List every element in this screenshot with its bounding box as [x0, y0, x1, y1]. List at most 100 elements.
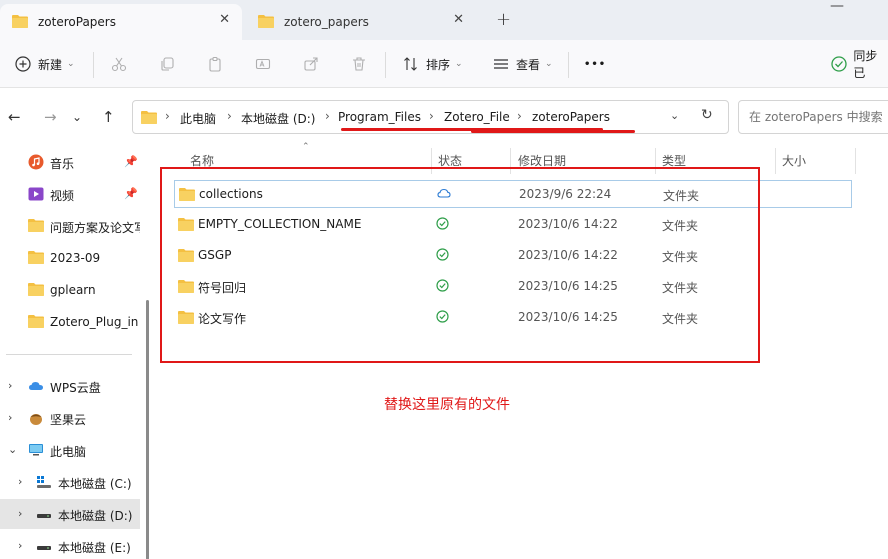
chevron-right-icon[interactable]: › — [18, 539, 22, 552]
copy-button[interactable] — [158, 52, 182, 76]
chevron-down-icon: ⌄ — [67, 59, 75, 69]
delete-button[interactable] — [350, 52, 374, 76]
forward-arrow-icon[interactable]: → — [44, 108, 57, 126]
sidebar-divider — [6, 354, 132, 355]
sort-button[interactable]: 排序 ⌄ — [402, 52, 463, 76]
clipboard-icon — [206, 55, 224, 73]
sidebar-item-wps-cloud[interactable]: › WPS云盘 — [0, 371, 140, 401]
tab-zotero-papers[interactable]: zotero_papers ✕ — [246, 4, 476, 40]
sync-status-button[interactable]: 同步已 — [830, 49, 888, 80]
new-button[interactable]: 新建 ⌄ — [14, 52, 75, 76]
tab-zoteropapers[interactable]: zoteroPapers ✕ — [0, 4, 242, 40]
sidebar-label: 坚果云 — [50, 413, 87, 427]
scissors-icon — [110, 55, 128, 73]
chevron-down-icon: ⌄ — [455, 59, 463, 69]
pin-icon: 📌 — [124, 155, 138, 168]
minimize-button[interactable]: — — [830, 0, 844, 14]
more-options-button[interactable]: ••• — [584, 52, 606, 76]
folder-icon — [28, 250, 44, 266]
drive-icon — [36, 538, 52, 554]
sidebar-item-drive-d[interactable]: › 本地磁盘 (D:) — [0, 499, 140, 529]
check-circle-icon — [830, 55, 847, 73]
sidebar-item-jianguoyun[interactable]: › 坚果云 — [0, 403, 140, 433]
view-button[interactable]: 查看 ⌄ — [492, 52, 553, 76]
column-divider[interactable] — [855, 148, 856, 174]
sidebar-label: 音乐 — [50, 157, 75, 171]
back-arrow-icon[interactable]: ← — [8, 108, 21, 126]
sidebar-label: 本地磁盘 (C:) — [58, 477, 132, 491]
view-label: 查看 — [516, 57, 541, 72]
folder-icon — [28, 282, 44, 298]
trash-icon — [350, 55, 368, 73]
sidebar-item-folder[interactable]: Zotero_Plug_in — [0, 307, 140, 337]
drive-icon — [36, 506, 52, 522]
sort-arrows-icon — [402, 55, 420, 73]
breadcrumb-separator: › — [325, 109, 330, 123]
breadcrumb-zoteropapers[interactable]: zoteroPapers — [532, 110, 610, 124]
view-lines-icon — [492, 55, 510, 73]
sidebar-label: 本地磁盘 (D:) — [58, 509, 133, 523]
chevron-down-icon: ⌄ — [545, 59, 553, 69]
pin-icon: 📌 — [124, 187, 138, 200]
red-underline-annotation — [471, 130, 635, 133]
share-icon — [302, 55, 320, 73]
folder-icon — [28, 314, 44, 330]
address-dropdown-icon[interactable]: ⌄ — [670, 109, 679, 122]
navigation-pane: 音乐 📌 视频 📌 问题方案及论文写 2023-09 gplearn Zoter… — [0, 146, 149, 559]
chevron-right-icon[interactable]: › — [8, 411, 12, 424]
cut-button[interactable] — [110, 52, 134, 76]
sidebar-item-folder[interactable]: 2023-09 — [0, 243, 140, 273]
breadcrumb-this-pc[interactable]: 此电脑 — [180, 110, 216, 127]
close-tab-icon[interactable]: ✕ — [453, 12, 464, 27]
sidebar-item-folder[interactable]: 问题方案及论文写 — [0, 211, 140, 241]
breadcrumb-separator: › — [517, 109, 522, 123]
sidebar-item-videos[interactable]: 视频 📌 — [0, 179, 140, 209]
sort-label: 排序 — [426, 57, 451, 72]
search-input[interactable] — [739, 101, 888, 133]
plus-circle-icon — [14, 55, 32, 73]
breadcrumb-zotero-file[interactable]: Zotero_File — [444, 110, 510, 124]
red-highlight-box — [160, 167, 760, 363]
breadcrumb-separator: › — [429, 109, 434, 123]
copy-icon — [158, 55, 176, 73]
sync-label: 同步已 — [853, 49, 878, 80]
breadcrumb-separator: › — [165, 109, 170, 123]
breadcrumb-program-files[interactable]: Program_Files — [338, 110, 421, 124]
rename-button[interactable] — [254, 52, 278, 76]
up-arrow-icon[interactable]: ↑ — [102, 108, 115, 126]
share-button[interactable] — [302, 52, 326, 76]
column-divider[interactable] — [775, 148, 776, 174]
folder-icon — [12, 14, 28, 31]
search-box[interactable] — [738, 100, 888, 134]
tab-bar: zoteroPapers ✕ zotero_papers ✕ + — — [0, 0, 888, 40]
sidebar-label: 2023-09 — [50, 251, 101, 265]
sidebar-label: Zotero_Plug_in — [50, 315, 139, 329]
toolbar-divider — [568, 52, 569, 78]
sort-ascending-icon: ⌃ — [302, 142, 310, 152]
sidebar-item-drive-c[interactable]: › 本地磁盘 (C:) — [0, 467, 140, 497]
tab-label: zoteroPapers — [38, 15, 116, 29]
rename-icon — [254, 55, 272, 73]
sidebar-item-drive-e[interactable]: › 本地磁盘 (E:) — [0, 531, 140, 559]
chevron-right-icon[interactable]: › — [18, 507, 22, 520]
chevron-right-icon[interactable]: › — [18, 475, 22, 488]
breadcrumb-drive-d[interactable]: 本地磁盘 (D:) — [241, 110, 315, 127]
sidebar-item-music[interactable]: 音乐 📌 — [0, 147, 140, 177]
address-bar[interactable]: › 此电脑 › 本地磁盘 (D:) › Program_Files › Zote… — [132, 100, 729, 134]
refresh-icon[interactable]: ↻ — [701, 107, 713, 123]
recent-chevron-icon[interactable]: ⌄ — [72, 110, 82, 124]
annotation-text: 替换这里原有的文件 — [384, 397, 510, 413]
close-tab-icon[interactable]: ✕ — [219, 12, 230, 27]
folder-icon — [141, 110, 157, 127]
chevron-down-icon[interactable]: ⌄ — [8, 443, 17, 456]
sidebar-item-this-pc[interactable]: ⌄ 此电脑 — [0, 435, 140, 465]
new-tab-button[interactable]: + — [496, 9, 511, 30]
paste-button[interactable] — [206, 52, 230, 76]
chevron-right-icon[interactable]: › — [8, 379, 12, 392]
sidebar-label: 视频 — [50, 189, 75, 203]
sidebar-scrollbar[interactable] — [146, 300, 149, 559]
sidebar-item-folder[interactable]: gplearn — [0, 275, 140, 305]
column-header-size[interactable]: 大小 — [782, 152, 806, 172]
cloud-icon — [28, 378, 44, 394]
sidebar-label: 此电脑 — [50, 445, 87, 459]
